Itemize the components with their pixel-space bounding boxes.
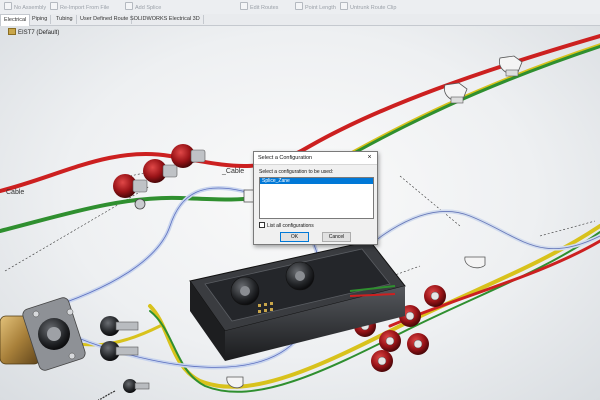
tab-electrical[interactable]: Electrical xyxy=(0,14,31,26)
cancel-button[interactable]: Cancel xyxy=(322,232,351,242)
configuration-list[interactable]: Splice_Zane xyxy=(259,177,374,219)
toolbar-item-untrunk-clip[interactable]: Untrunk Route Clip xyxy=(340,2,396,11)
tab-user-defined-route[interactable]: User Defined Route xyxy=(77,15,133,24)
feature-tree-root[interactable]: EIST7 (Default) xyxy=(8,28,59,36)
toolbar-item-point-length[interactable]: Point Length xyxy=(295,2,336,11)
close-icon[interactable]: × xyxy=(365,153,374,162)
checkbox-icon[interactable] xyxy=(259,222,265,228)
dialog-title-bar: Select a Configuration × xyxy=(254,152,377,165)
splice-icon xyxy=(125,2,133,10)
ok-button[interactable]: OK xyxy=(280,232,309,242)
toolbar-item-reimport[interactable]: Re-Import From File xyxy=(50,2,109,11)
toolbar-item-no-assembly[interactable]: No Assembly xyxy=(4,2,46,11)
assembly-icon xyxy=(8,28,16,35)
import-icon xyxy=(50,2,58,10)
command-toolbar: No Assembly Re-Import From File Add Spli… xyxy=(0,0,600,15)
length-icon xyxy=(295,2,303,10)
toolbar-item-edit-routes[interactable]: Edit Routes xyxy=(240,2,278,11)
dialog-title: Select a Configuration xyxy=(258,155,313,161)
tab-solidworks-electrical-3d[interactable]: SOLIDWORKS Electrical 3D xyxy=(127,15,204,24)
toolbar-item-add-splice[interactable]: Add Splice xyxy=(125,2,161,11)
cable-label-left: Cable xyxy=(6,189,25,196)
tab-tubing[interactable]: Tubing xyxy=(53,15,77,24)
list-all-configurations-checkbox[interactable]: List all configurations xyxy=(259,222,314,229)
junction-enclosure[interactable] xyxy=(189,240,406,361)
cable-label-middle: _Cable xyxy=(222,168,245,175)
command-manager-tabs: Electrical Piping Tubing User Defined Ro… xyxy=(0,14,600,26)
select-configuration-dialog: Select a Configuration × Select a config… xyxy=(253,151,378,245)
clip-icon xyxy=(340,2,348,10)
brass-connector[interactable] xyxy=(0,296,87,372)
list-item[interactable]: Splice_Zane xyxy=(260,178,373,184)
route-icon xyxy=(240,2,248,10)
tab-piping[interactable]: Piping xyxy=(29,15,52,24)
command-icon xyxy=(4,2,12,10)
dialog-prompt: Select a configuration to be used: xyxy=(259,169,334,175)
